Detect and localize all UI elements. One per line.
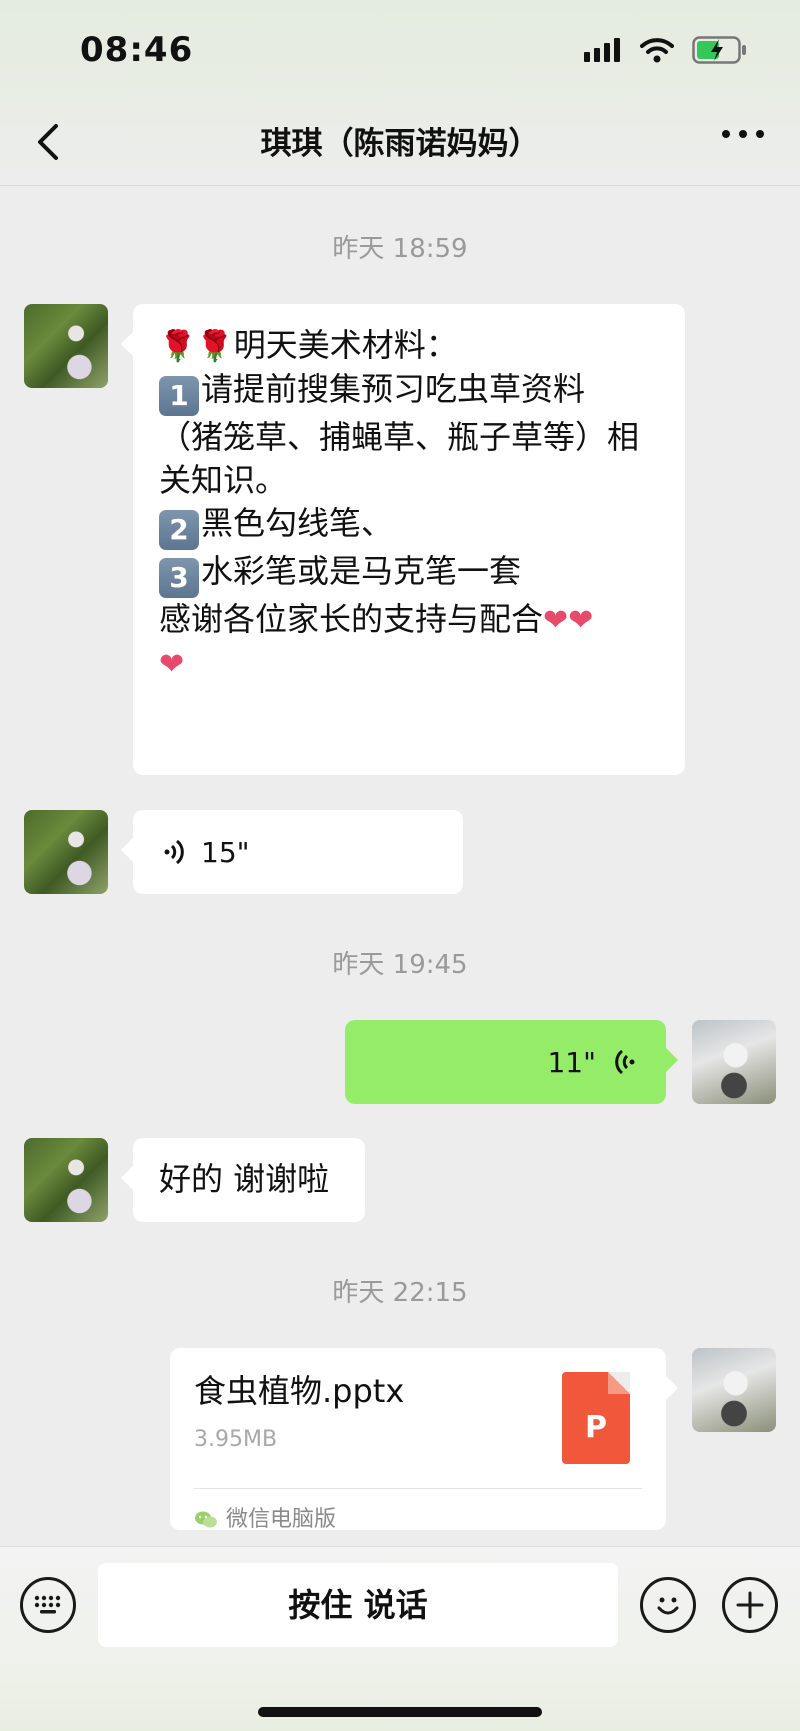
avatar[interactable] [692,1020,776,1104]
message-line: 关知识。 [159,461,288,499]
wechat-icon [195,1511,217,1527]
file-source-label: 微信电脑版 [226,1507,337,1532]
emoji-icon[interactable] [640,1577,696,1633]
avatar[interactable] [24,304,108,388]
signal-icon [584,38,620,62]
voice-wave-icon [615,1049,635,1075]
chat-title: 琪琪（陈雨诺妈妈） [260,126,540,162]
heart-icon: ❤ [568,603,594,638]
home-indicator [258,1707,542,1717]
file-size: 3.95MB [194,1427,278,1452]
message-line: 3 水彩笔或是马克笔一套 [159,550,659,598]
voice-message-bubble[interactable]: 11" [345,1020,678,1104]
keycap-1-icon: 1 [159,376,199,416]
message-line: 🌹🌹明天美术材料： [159,326,458,364]
avatar[interactable] [692,1348,776,1432]
avatar[interactable] [24,1138,108,1222]
hold-to-talk-button[interactable]: 按住 说话 [98,1563,618,1647]
message-bubble[interactable]: 好的 谢谢啦 [121,1138,365,1222]
rose-icon: 🌹🌹 [159,329,234,364]
voice-duration: 15" [201,835,250,869]
keycap-2-icon: 2 [159,510,199,550]
heart-icon: ❤ [543,603,569,638]
more-icon[interactable] [722,130,764,138]
message-text: 好的 谢谢啦 [159,1160,330,1198]
voice-duration: 11" [547,1045,596,1079]
message-line: （猪笼草、捕蝇草、瓶子草等）相 [159,418,640,456]
message-bubble[interactable]: 🌹🌹明天美术材料： 1 请提前搜集预习吃虫草资料 （猪笼草、捕蝇草、瓶子草等）相 … [121,304,685,775]
message-line: 2 黑色勾线笔、 [159,502,659,550]
file-name: 食虫植物.pptx [194,1372,405,1410]
input-bar: 按住 说话 [0,1546,800,1731]
ppt-file-icon: P [562,1372,630,1464]
keyboard-icon[interactable] [20,1577,76,1633]
voice-wave-icon [164,839,184,865]
avatar[interactable] [24,810,108,894]
message-line: 感谢各位家长的支持与配合❤❤ [159,600,594,638]
divider [194,1488,642,1489]
header: 08:46 琪琪（陈雨诺妈妈） [0,0,800,186]
timestamp: 昨天 19:45 [332,950,468,980]
file-message-card[interactable]: 食虫植物.pptx 3.95MB P 微信电脑版 [170,1348,678,1532]
timestamp: 昨天 22:15 [332,1278,468,1308]
keycap-3-icon: 3 [159,558,199,598]
timestamp: 昨天 18:59 [332,234,468,264]
status-icons [584,36,748,64]
status-time: 08:46 [80,30,194,70]
message-line: 1 请提前搜集预习吃虫草资料 [159,368,659,416]
plus-icon[interactable] [722,1577,778,1633]
file-source: 微信电脑版 [194,1498,336,1541]
voice-message-bubble[interactable]: 15" [121,810,463,894]
message-line: ❤ [159,642,659,686]
heart-icon: ❤ [159,647,185,682]
file-type-letter: P [585,1410,607,1445]
wifi-icon [640,38,674,63]
battery-icon [692,36,746,64]
